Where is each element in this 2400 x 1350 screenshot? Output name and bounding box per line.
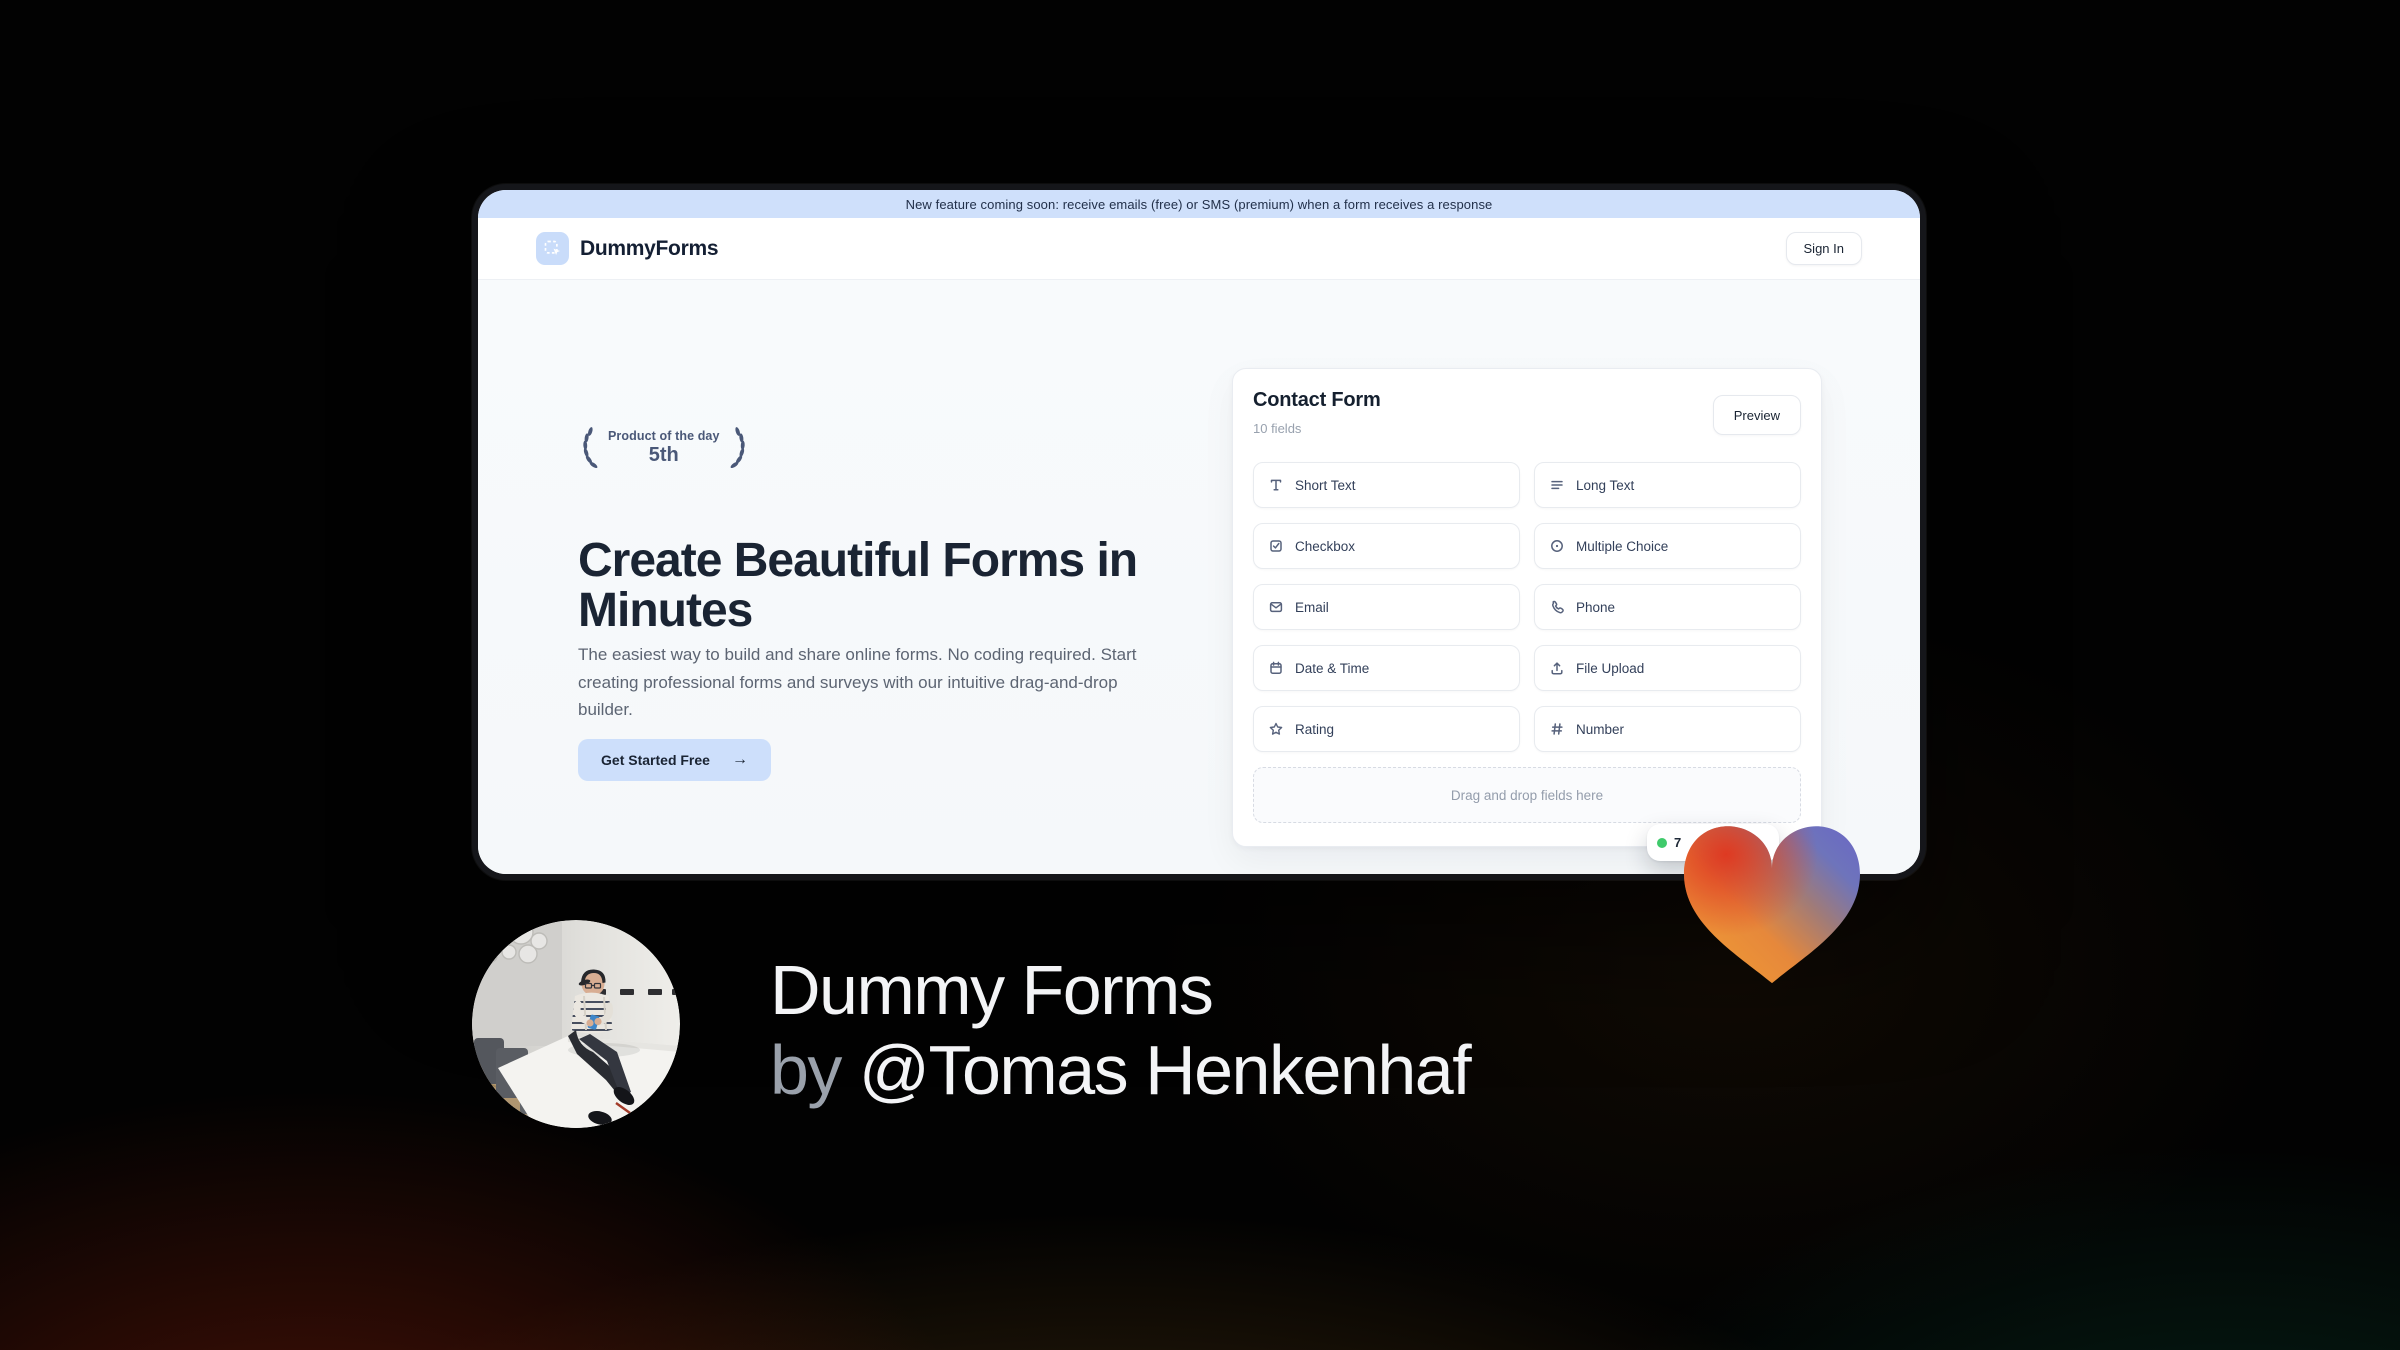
checkbox-icon <box>1268 538 1284 554</box>
field-multiple-choice-button[interactable]: Multiple Choice <box>1534 523 1801 569</box>
long-text-icon <box>1549 477 1565 493</box>
arrow-right-icon: → <box>731 751 748 768</box>
site-header: DummyForms Sign In <box>478 218 1920 280</box>
field-rating-button[interactable]: Rating <box>1253 706 1520 752</box>
dummyforms-logo-icon <box>536 232 569 265</box>
field-short-text-button[interactable]: Short Text <box>1253 462 1520 508</box>
hero-section: Product of the day 5th Create Beautiful … <box>478 280 1920 874</box>
award-rank: 5th <box>648 444 679 466</box>
gradient-heart-icon <box>1684 826 1860 984</box>
sign-in-button[interactable]: Sign In <box>1785 232 1862 265</box>
form-title: Contact Form <box>1253 389 1381 411</box>
product-of-the-day-badge: Product of the day 5th <box>577 426 751 470</box>
green-dot-icon <box>1657 837 1667 848</box>
selection-cursor-icon <box>544 240 561 255</box>
hero-title: Create Beautiful Forms in Minutes <box>578 534 1138 638</box>
creator-avatar-photo <box>472 920 680 1128</box>
field-checkbox-button[interactable]: Checkbox <box>1253 523 1520 569</box>
phone-icon <box>1549 599 1565 615</box>
hero-description: The easiest way to build and share onlin… <box>578 645 1137 719</box>
short-text-icon <box>1268 477 1284 493</box>
field-file-upload-button[interactable]: File Upload <box>1534 645 1801 691</box>
announcement-text: New feature coming soon: receive emails … <box>905 196 1493 212</box>
field-phone-button[interactable]: Phone <box>1534 584 1801 630</box>
field-long-text-button[interactable]: Long Text <box>1534 462 1801 508</box>
form-card-header: Contact Form 10 fields Preview <box>1253 389 1801 436</box>
get-started-label: Get Started Free <box>601 752 710 768</box>
attribution-by: by <box>770 1031 842 1109</box>
attribution-text: Dummy Forms by @Tomas Henkenhaf <box>770 950 1472 1110</box>
form-builder-card: Contact Form 10 fields Preview Short Tex… <box>1232 368 1822 847</box>
get-started-button[interactable]: Get Started Free → <box>578 739 771 781</box>
preview-button[interactable]: Preview <box>1712 395 1801 435</box>
field-type-grid: Short Text Long Text Checkbox Multiple C… <box>1253 462 1801 752</box>
laurel-right-icon <box>729 426 751 470</box>
rating-icon <box>1268 721 1284 737</box>
date-time-icon <box>1268 660 1284 676</box>
field-number-button[interactable]: Number <box>1534 706 1801 752</box>
email-icon <box>1268 599 1284 615</box>
attribution-product-name: Dummy Forms <box>770 951 1214 1029</box>
award-title: Product of the day <box>608 429 720 443</box>
laurel-left-icon <box>577 426 599 470</box>
dropzone-hint: Drag and drop fields here <box>1450 787 1604 803</box>
form-field-count: 10 fields <box>1253 421 1302 436</box>
announcement-banner: New feature coming soon: receive emails … <box>478 190 1920 218</box>
field-date-time-button[interactable]: Date & Time <box>1253 645 1520 691</box>
file-upload-icon <box>1549 660 1565 676</box>
multiple-choice-icon <box>1549 538 1565 554</box>
page: { "banner": { "text": "New feature comin… <box>0 0 2400 1350</box>
browser-window: New feature coming soon: receive emails … <box>478 190 1920 874</box>
attribution-author: @Tomas Henkenhaf <box>858 1031 1472 1109</box>
brand-name: DummyForms <box>580 236 719 260</box>
number-icon <box>1549 721 1565 737</box>
field-email-button[interactable]: Email <box>1253 584 1520 630</box>
